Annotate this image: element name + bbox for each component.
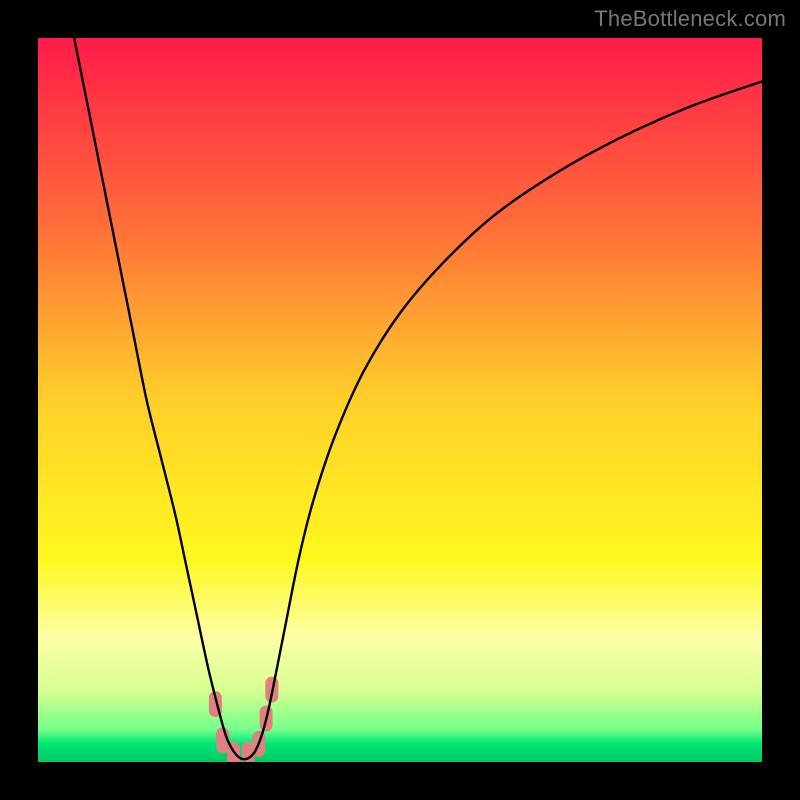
background-gradient xyxy=(38,38,762,762)
plot-area xyxy=(38,38,762,762)
watermark-text: TheBottleneck.com xyxy=(594,6,786,32)
chart-frame: TheBottleneck.com xyxy=(0,0,800,800)
